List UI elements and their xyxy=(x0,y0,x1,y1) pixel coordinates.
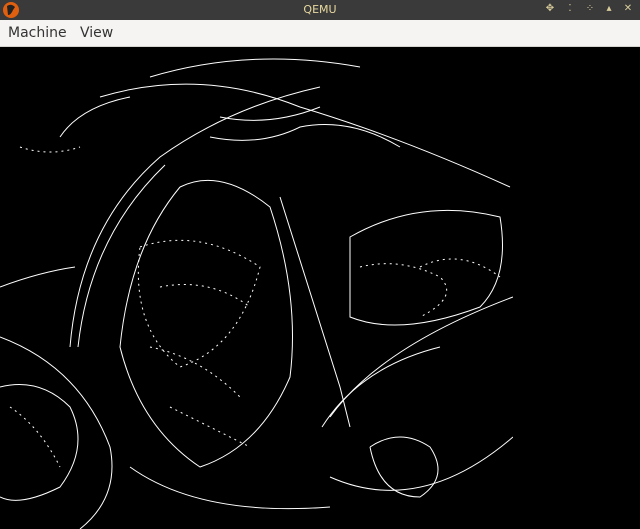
guest-screen-edge-image xyxy=(0,58,513,529)
minimize-icon[interactable]: ⁚ xyxy=(564,3,576,17)
menu-machine[interactable]: Machine xyxy=(8,25,67,41)
restore-icon[interactable]: ⁘ xyxy=(584,3,596,17)
title-bar[interactable]: QEMU ✥ ⁚ ⁘ ▴ ✕ xyxy=(0,0,640,20)
menu-view[interactable]: View xyxy=(80,25,113,41)
menu-bar: Machine View xyxy=(0,20,640,47)
pin-icon[interactable]: ✥ xyxy=(544,3,556,17)
close-icon[interactable]: ✕ xyxy=(622,3,634,17)
vm-display[interactable] xyxy=(0,47,640,529)
maximize-icon[interactable]: ▴ xyxy=(603,3,615,17)
